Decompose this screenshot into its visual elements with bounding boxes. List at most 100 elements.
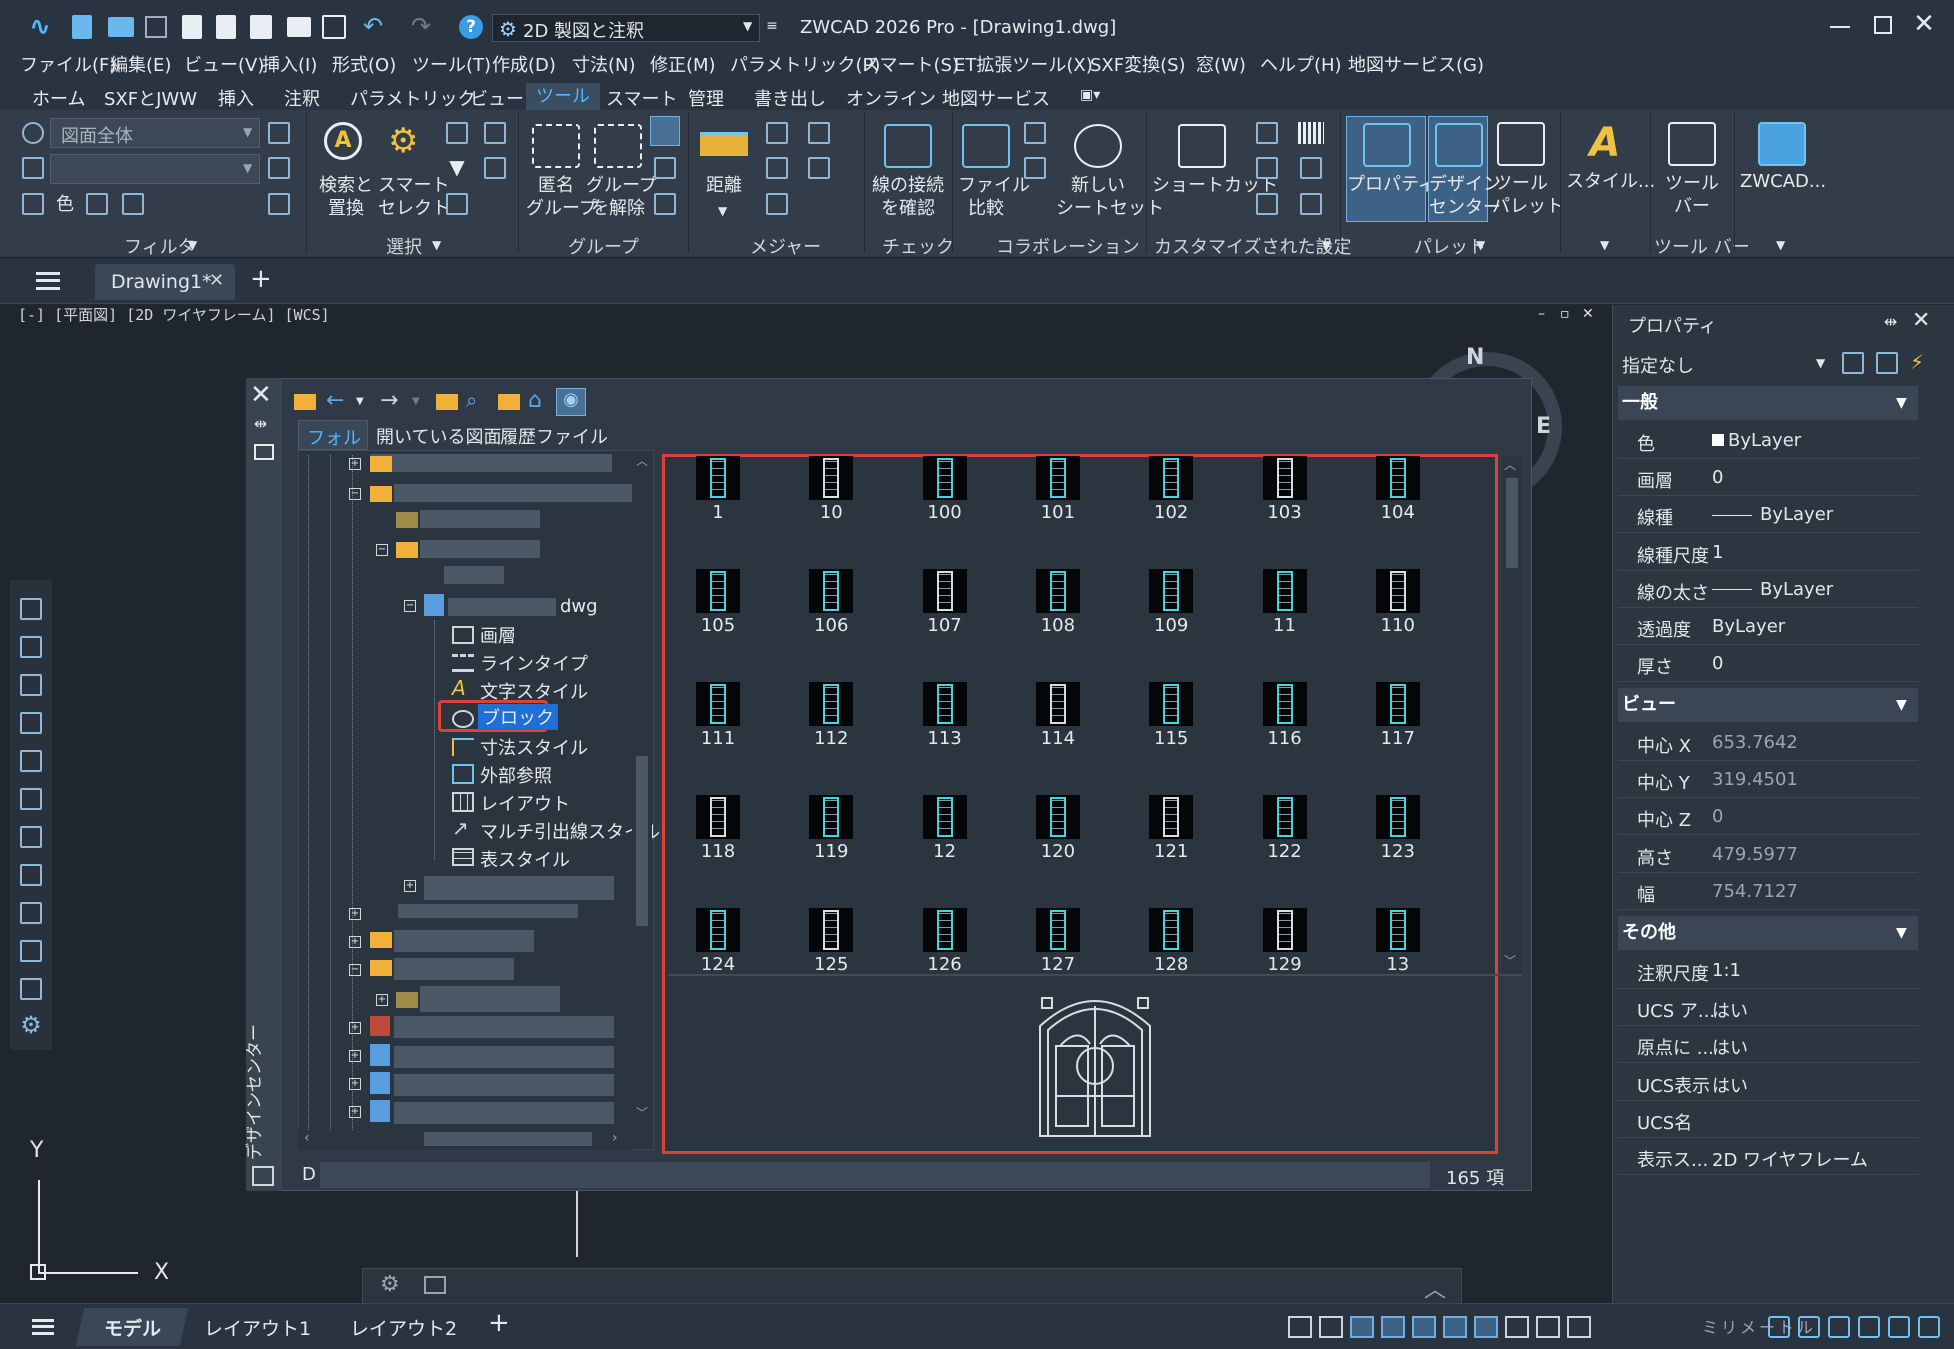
menu-insert[interactable]: 挿入(I) — [262, 51, 317, 77]
menu-draw[interactable]: 作成(D) — [492, 51, 556, 77]
tool-palette-button[interactable]: ツール パレット — [1492, 116, 1564, 222]
tree-row-blurred[interactable] — [370, 454, 612, 472]
tool-strip-icon-5[interactable] — [20, 750, 42, 772]
block-thumbnail[interactable] — [1149, 795, 1194, 839]
block-thumbnail[interactable] — [922, 795, 967, 839]
chevron-down-icon[interactable]: ▼ — [432, 238, 441, 252]
fullscreen-icon[interactable] — [1888, 1316, 1910, 1338]
filter-linetype-icon[interactable] — [122, 193, 144, 215]
menu-map-service[interactable]: 地図サービス(G) — [1348, 51, 1484, 77]
viewport-restore-icon[interactable]: ▫ — [1560, 306, 1570, 322]
isolate-icon[interactable] — [1858, 1316, 1880, 1338]
chevron-down-icon[interactable]: ▼ — [188, 238, 197, 252]
command-line-bar[interactable] — [362, 1268, 1462, 1304]
workspace-gear-icon[interactable] — [1828, 1316, 1850, 1338]
hamburger-menu-icon[interactable] — [32, 1319, 54, 1335]
dc-up-folder-icon[interactable] — [436, 394, 458, 410]
menu-format[interactable]: 形式(O) — [332, 51, 396, 77]
quick-select-icon[interactable] — [268, 122, 290, 144]
dc-favorites-icon[interactable] — [498, 394, 520, 410]
expand-icon[interactable]: + — [349, 1106, 361, 1118]
tab-annotate[interactable]: 注釈 — [284, 85, 320, 111]
tree-item-layouts[interactable]: レイアウト — [480, 790, 570, 816]
block-thumbnail[interactable] — [1149, 682, 1194, 726]
measure-list-icon[interactable] — [808, 157, 830, 179]
expand-icon[interactable]: + — [349, 1078, 361, 1090]
select-group-icon[interactable] — [484, 157, 506, 179]
tab-layout1[interactable]: レイアウト1 — [204, 1314, 311, 1341]
tab-tools[interactable]: ツール — [526, 83, 600, 110]
dc-tab-history[interactable]: 履歴ファイル — [500, 423, 608, 449]
viewport-minimize-icon[interactable]: – — [1538, 306, 1545, 322]
tab-sxf-jww[interactable]: SXFとJWW — [104, 85, 197, 111]
block-thumbnail[interactable] — [809, 569, 854, 613]
settings-gear-icon[interactable]: ⚙ — [18, 1011, 44, 1039]
dc-home-icon[interactable]: ⌂ — [528, 388, 542, 413]
tree-row-blurred[interactable] — [420, 510, 540, 528]
filter-grid-icon[interactable] — [22, 157, 44, 179]
tree-vscroll-thumb[interactable] — [636, 756, 648, 926]
tree-row-blurred[interactable] — [420, 540, 540, 558]
customize-qat-icon[interactable]: ≡ — [764, 16, 780, 36]
select-objects-icon[interactable] — [1876, 352, 1898, 374]
block-thumbnail[interactable] — [1262, 908, 1307, 952]
menu-window[interactable]: 窓(W) — [1196, 51, 1246, 77]
tool-strip-icon-7[interactable] — [20, 826, 42, 848]
expand-icon[interactable]: + — [376, 994, 388, 1006]
tree-row-blurred[interactable] — [398, 904, 578, 918]
dc-load-folder-icon[interactable] — [294, 394, 316, 410]
block-thumbnail[interactable] — [1375, 908, 1420, 952]
expand-icon[interactable]: + — [349, 458, 361, 470]
tree-item-linetypes[interactable]: ラインタイプ — [480, 650, 588, 676]
lineweight-icon[interactable] — [1443, 1316, 1467, 1338]
tree-hscroll-thumb[interactable] — [424, 1132, 592, 1146]
menu-edit[interactable]: 編集(E) — [110, 51, 171, 77]
filter-object-icon[interactable] — [22, 193, 44, 215]
chevron-up-icon[interactable]: ︿ — [1424, 1272, 1446, 1304]
pgp-icon[interactable] — [1256, 157, 1278, 179]
tree-item-dim-styles[interactable]: 寸法スタイル — [480, 734, 588, 760]
grid-icon[interactable] — [1350, 1316, 1374, 1338]
menu-help[interactable]: ヘルプ(H) — [1260, 51, 1342, 77]
command-window-icon[interactable] — [424, 1276, 446, 1294]
collapse-icon[interactable]: − — [349, 488, 361, 500]
tree-item-xrefs[interactable]: 外部参照 — [480, 762, 552, 788]
dc-tab-open-drawings[interactable]: 開いている図面 — [376, 423, 501, 449]
tree-row-blurred[interactable] — [394, 1102, 614, 1124]
anonymous-group-button[interactable]: 匿名 グループ — [526, 118, 597, 228]
menu-modify[interactable]: 修正(M) — [650, 51, 716, 77]
menu-et-tools[interactable]: ET拡張ツール(X) — [954, 51, 1093, 77]
custom-edit-icon[interactable] — [1256, 122, 1278, 144]
smart-select-button[interactable]: ⚙ スマート セレクト — [378, 118, 450, 228]
block-thumbnail[interactable] — [1035, 456, 1080, 500]
block-thumbnail[interactable] — [1262, 569, 1307, 613]
tab-map-service[interactable]: 地図サービス — [942, 85, 1050, 111]
filter-funnel-icon[interactable]: ▼ — [446, 155, 468, 179]
filter-layer-icon[interactable] — [86, 193, 108, 215]
tree-item-layers[interactable]: 画層 — [480, 622, 516, 648]
lock-file-icon[interactable] — [1024, 122, 1046, 144]
print-preview-icon[interactable] — [322, 15, 346, 39]
undo-icon[interactable]: ↶ — [358, 10, 388, 42]
snap-icon[interactable] — [1381, 1316, 1405, 1338]
design-center-button[interactable]: デザイン センター — [1428, 116, 1501, 222]
dc-close-icon[interactable]: ✕ — [250, 380, 272, 410]
select-window-icon[interactable] — [446, 193, 468, 215]
expand-icon[interactable]: + — [404, 880, 416, 892]
properties-close-icon[interactable]: ✕ — [1912, 308, 1930, 333]
jww-icon[interactable] — [145, 16, 167, 38]
tab-view[interactable]: ビュー — [470, 85, 524, 111]
toolbar-button[interactable]: ツール バー — [1654, 116, 1730, 226]
tab-parametric[interactable]: パラメトリック — [350, 85, 475, 111]
customize-menu-icon[interactable] — [1918, 1316, 1940, 1338]
menu-parametric[interactable]: パラメトリック(P) — [730, 51, 880, 77]
tree-row-blurred[interactable] — [394, 958, 514, 980]
tool-strip-icon-4[interactable] — [20, 712, 42, 734]
tab-smart[interactable]: スマート — [606, 85, 677, 111]
maximize-button[interactable] — [1874, 16, 1892, 34]
block-thumbnail[interactable] — [1262, 456, 1307, 500]
block-thumbnail[interactable] — [696, 682, 740, 726]
expand-icon[interactable]: + — [349, 936, 361, 948]
tree-row-blurred[interactable] — [444, 566, 504, 584]
tree-item-blocks[interactable]: ブロック — [478, 704, 558, 730]
